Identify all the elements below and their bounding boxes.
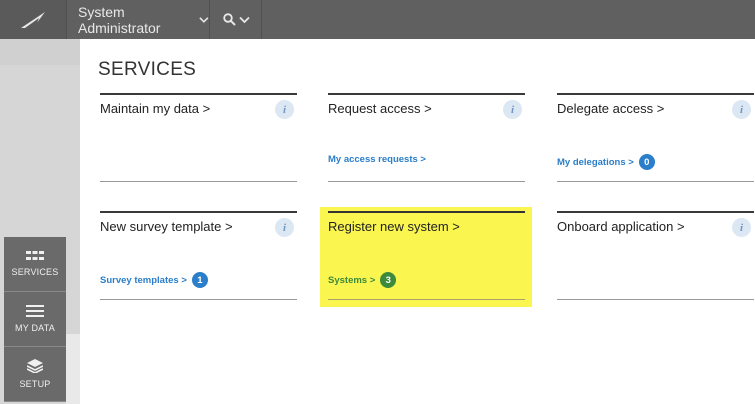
left-bottom-panel — [66, 334, 80, 404]
divider — [100, 299, 297, 300]
tile-title[interactable]: New survey template > — [100, 219, 233, 234]
tile-title[interactable]: Register new system > — [328, 219, 460, 234]
info-icon[interactable]: i — [732, 218, 751, 237]
divider — [328, 299, 525, 300]
left-top-bar — [0, 39, 80, 65]
user-menu[interactable]: System Administrator — [66, 0, 210, 39]
top-bar: System Administrator — [0, 0, 755, 39]
survey-templates-link[interactable]: Survey templates > 1 — [100, 272, 208, 288]
info-icon[interactable]: i — [503, 100, 522, 119]
chevron-down-icon — [238, 16, 250, 23]
left-navigation: SERVICES MY DATA SETUP — [0, 39, 80, 404]
divider — [328, 181, 525, 182]
info-icon[interactable]: i — [275, 100, 294, 119]
tile-title[interactable]: Maintain my data > — [100, 101, 210, 116]
layers-icon — [27, 359, 43, 373]
count-badge: 1 — [191, 272, 208, 288]
tile-new-survey-template: New survey template > i Survey templates… — [100, 211, 297, 300]
tile-delegate-access: Delegate access > i My delegations > 0 — [557, 93, 754, 182]
main-panel: SERVICES Maintain my data > i Request ac… — [80, 39, 755, 404]
link-label: Systems > — [328, 274, 376, 286]
info-icon[interactable]: i — [732, 100, 751, 119]
link-label: My delegations > — [557, 156, 634, 168]
nav-services[interactable]: SERVICES — [4, 237, 66, 292]
chevron-down-icon — [199, 16, 209, 23]
search-menu[interactable] — [211, 0, 262, 39]
count-badge: 3 — [380, 272, 397, 288]
nav-setup[interactable]: SETUP — [4, 347, 66, 402]
tile-title[interactable]: Onboard application > — [557, 219, 685, 234]
logo[interactable] — [0, 0, 67, 39]
systems-link[interactable]: Systems > 3 — [328, 272, 397, 288]
my-delegations-link[interactable]: My delegations > 0 — [557, 154, 655, 170]
link-label: Survey templates > — [100, 274, 187, 286]
tile-register-new-system: Register new system > Systems > 3 — [328, 211, 525, 300]
menu-lines-icon — [26, 305, 44, 317]
tile-request-access: Request access > i My access requests > — [328, 93, 525, 182]
divider — [557, 181, 754, 182]
nav-label: SERVICES — [11, 267, 59, 277]
nav-my-data[interactable]: MY DATA — [4, 292, 66, 347]
info-icon[interactable]: i — [275, 218, 294, 237]
tile-maintain-my-data: Maintain my data > i — [100, 93, 297, 182]
nav-label: SETUP — [19, 379, 51, 389]
logo-icon — [21, 11, 45, 28]
search-icon — [222, 13, 236, 26]
count-badge: 0 — [638, 154, 655, 170]
grid-icon — [26, 251, 44, 260]
link-label: My access requests > — [328, 154, 426, 165]
divider — [557, 299, 754, 300]
my-access-requests-link[interactable]: My access requests > — [328, 154, 426, 165]
nav-label: MY DATA — [15, 323, 55, 333]
tile-title[interactable]: Delegate access > — [557, 101, 664, 116]
tile-onboard-application: Onboard application > i — [557, 211, 754, 300]
tile-title[interactable]: Request access > — [328, 101, 432, 116]
user-menu-label: System Administrator — [78, 3, 161, 36]
page-title: SERVICES — [98, 59, 197, 80]
divider — [100, 181, 297, 182]
